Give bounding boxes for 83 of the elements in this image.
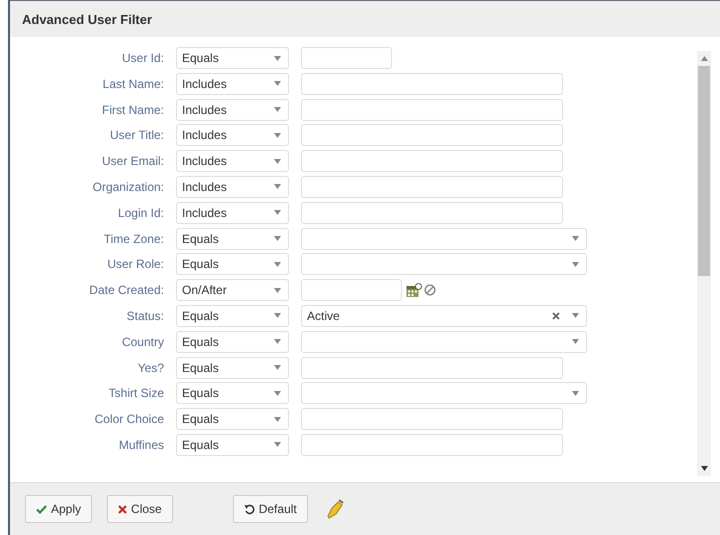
close-icon bbox=[118, 504, 128, 514]
value-dropdown[interactable] bbox=[301, 228, 587, 250]
caret-icon bbox=[572, 236, 579, 242]
value-dropdown[interactable]: Active bbox=[301, 304, 587, 327]
input-field[interactable] bbox=[301, 47, 392, 69]
value-dropdown[interactable] bbox=[301, 330, 587, 353]
caret-icon bbox=[274, 262, 281, 267]
field-label: User Email: bbox=[100, 154, 164, 168]
input-field[interactable] bbox=[301, 202, 563, 224]
scrollbar[interactable] bbox=[697, 51, 711, 476]
value-dropdown[interactable] bbox=[301, 253, 587, 276]
operator-dropdown[interactable]: Includes bbox=[176, 98, 289, 121]
field-label: First Name: bbox=[100, 102, 164, 117]
operator-dropdown[interactable]: Includes bbox=[176, 176, 289, 198]
field-label: Color Choice bbox=[94, 412, 164, 426]
input-field[interactable] bbox=[301, 150, 563, 172]
operator-dropdown[interactable]: Equals bbox=[176, 47, 289, 69]
action-button[interactable]: Close bbox=[107, 495, 173, 523]
scroll-down-icon[interactable] bbox=[700, 466, 708, 471]
field-label: User Id: bbox=[120, 51, 164, 65]
operator-dropdown[interactable]: Equals bbox=[176, 408, 289, 430]
date-field[interactable] bbox=[301, 279, 402, 302]
operator-dropdown[interactable]: Includes bbox=[176, 202, 289, 224]
field-label: Yes? bbox=[136, 360, 164, 375]
field-label: Tshirt Size bbox=[108, 386, 164, 400]
caret-icon bbox=[274, 81, 281, 86]
caret-icon bbox=[274, 313, 281, 318]
input-field[interactable] bbox=[301, 408, 563, 430]
clear-icon[interactable] bbox=[552, 312, 560, 320]
caret-icon bbox=[572, 313, 579, 318]
caret-icon bbox=[274, 158, 281, 164]
field-label: Last Name: bbox=[102, 76, 164, 91]
operator-dropdown[interactable]: Equals bbox=[176, 434, 289, 456]
caret-icon bbox=[274, 416, 281, 422]
field-label: Login Id: bbox=[116, 206, 164, 220]
field-label: User Title: bbox=[108, 128, 164, 142]
caret-icon bbox=[572, 262, 579, 267]
scroll-up-icon[interactable] bbox=[700, 56, 708, 61]
field-label: Status: bbox=[126, 308, 164, 323]
caret-icon bbox=[274, 184, 281, 190]
field-label: Date Created: bbox=[88, 283, 164, 298]
field-label: Country bbox=[120, 334, 164, 349]
caret-icon bbox=[274, 339, 281, 344]
input-field[interactable] bbox=[301, 98, 563, 121]
operator-dropdown[interactable]: Includes bbox=[176, 124, 289, 146]
caret-icon bbox=[274, 365, 281, 370]
caret-icon bbox=[274, 56, 281, 60]
input-field[interactable] bbox=[301, 124, 563, 146]
operator-dropdown[interactable]: Equals bbox=[176, 356, 289, 379]
field-label: Organization: bbox=[92, 180, 164, 194]
action-button[interactable]: Default bbox=[232, 495, 308, 523]
caret-icon bbox=[274, 442, 281, 448]
window-title: Advanced User Filter bbox=[22, 12, 152, 26]
operator-dropdown[interactable]: Equals bbox=[176, 382, 289, 404]
value-dropdown[interactable] bbox=[301, 382, 587, 404]
field-label: User Role: bbox=[106, 257, 164, 272]
operator-dropdown[interactable]: Equals bbox=[176, 228, 289, 250]
field-label: Time Zone: bbox=[102, 232, 164, 246]
operator-dropdown[interactable]: Includes bbox=[176, 150, 289, 172]
caret-icon bbox=[572, 339, 579, 344]
calendar-icon[interactable] bbox=[406, 282, 422, 298]
caret-icon bbox=[572, 390, 579, 396]
operator-dropdown[interactable]: Equals bbox=[176, 330, 289, 353]
check-icon bbox=[36, 504, 47, 514]
scrollbar-thumb[interactable] bbox=[698, 66, 710, 276]
caret-icon bbox=[274, 107, 281, 112]
action-button[interactable]: Apply bbox=[25, 495, 92, 523]
input-field[interactable] bbox=[301, 434, 563, 456]
input-field[interactable] bbox=[301, 176, 563, 198]
operator-dropdown[interactable]: On/After bbox=[176, 279, 289, 302]
operator-dropdown[interactable]: Includes bbox=[176, 72, 289, 95]
caret-icon bbox=[274, 236, 281, 242]
input-field[interactable] bbox=[301, 72, 563, 95]
input-field[interactable] bbox=[301, 356, 563, 379]
clear-icon[interactable] bbox=[424, 284, 436, 296]
caret-icon bbox=[274, 132, 281, 138]
caret-icon bbox=[274, 288, 281, 293]
field-label: Muffines bbox=[118, 438, 164, 452]
operator-dropdown[interactable]: Equals bbox=[176, 253, 289, 276]
operator-dropdown[interactable]: Equals bbox=[176, 304, 289, 327]
caret-icon bbox=[274, 390, 281, 396]
undo-icon bbox=[244, 504, 255, 514]
caret-icon bbox=[274, 210, 281, 216]
